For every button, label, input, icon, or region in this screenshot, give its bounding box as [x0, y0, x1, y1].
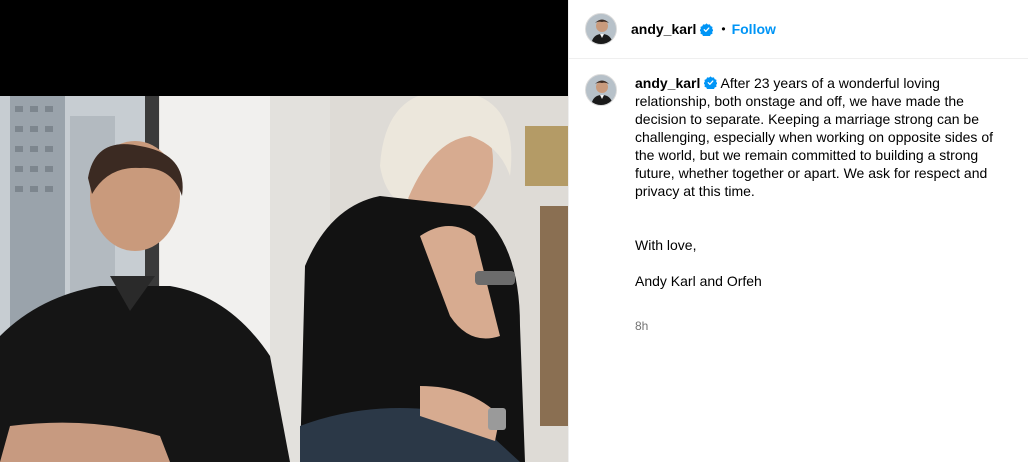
post-photo[interactable]	[0, 96, 568, 462]
signoff-line-1: With love,	[635, 237, 697, 253]
post-sidebar: andy_karl • Follow andy_karl After 23 ye…	[568, 0, 1028, 462]
profile-picture-icon	[586, 14, 616, 44]
couple-photo-image	[0, 96, 568, 462]
caption-avatar[interactable]	[585, 74, 617, 106]
caption-username[interactable]: andy_karl	[635, 75, 700, 91]
follow-button[interactable]: Follow	[732, 21, 776, 37]
signoff-line-2: Andy Karl and Orfeh	[635, 273, 762, 289]
post-header: andy_karl • Follow	[569, 0, 1028, 59]
post-timestamp[interactable]: 8h	[635, 317, 1012, 335]
post-media[interactable]	[0, 0, 568, 462]
caption-signoff: With love, Andy Karl and Orfeh	[635, 218, 1012, 308]
header-username[interactable]: andy_karl	[631, 21, 696, 37]
header-separator: •	[721, 22, 726, 36]
caption-body: andy_karl After 23 years of a wonderful …	[635, 74, 1012, 335]
verified-badge-icon	[704, 76, 718, 89]
post-caption: andy_karl After 23 years of a wonderful …	[569, 59, 1028, 335]
avatar[interactable]	[585, 13, 617, 45]
profile-picture-icon	[586, 75, 616, 105]
caption-text: After 23 years of a wonderful loving rel…	[635, 75, 997, 199]
verified-badge-icon	[700, 22, 714, 36]
